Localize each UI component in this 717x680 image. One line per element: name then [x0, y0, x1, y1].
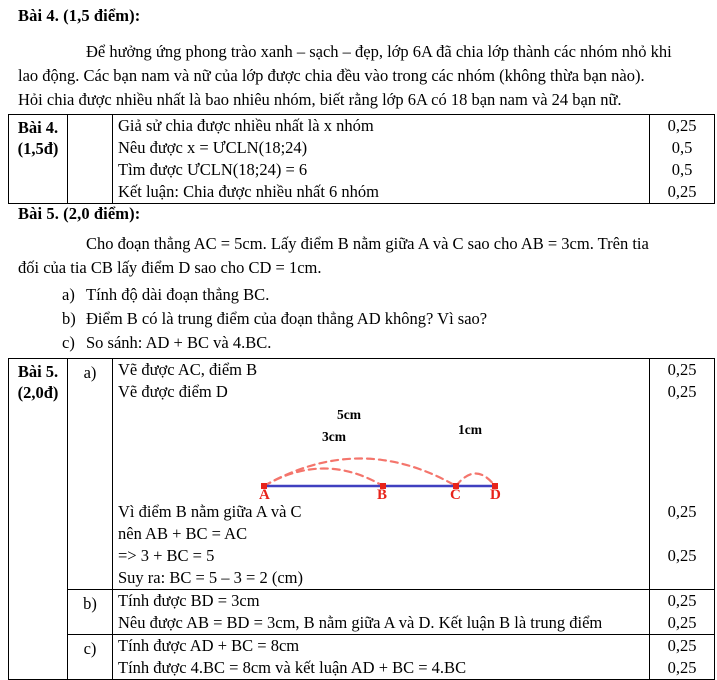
arc-label-1cm: 1cm [458, 422, 482, 437]
bai5-part-c-label: c) [83, 639, 97, 658]
bai5-question-c-text: So sánh: AD + BC và 4.BC. [86, 333, 272, 352]
bai5-question-a-label: a) [62, 285, 75, 304]
bai5-question-b-text: Điểm B có là trung điểm của đoạn thẳng A… [86, 309, 488, 328]
bai4-question-label-cell: Bài 4. (1,5đ) [8, 114, 68, 204]
bai5-question-b-label: b) [62, 309, 76, 328]
bai5-question-c-label: c) [62, 333, 75, 352]
bai5-points-value: 0,25 [667, 382, 697, 401]
bai5-part-b-cell: b) [67, 589, 113, 635]
bai4-solution-line: Nêu được x = ƯCLN(18;24) [118, 138, 308, 157]
bai5-question-a: a) Tính độ dài đoạn thẳng BC. [62, 285, 269, 305]
bai4-answer-table: Bài 4. (1,5đ) Giả sử chia được nhiều nhấ… [8, 114, 715, 204]
answer-key-page: Bài 4. (1,5 điểm): Để hưởng ứng phong tr… [0, 0, 717, 680]
bai5-solution-line: => 3 + BC = 5 [118, 546, 215, 565]
bai5-solution-line: Vẽ được AC, điểm B [118, 360, 258, 379]
bai5-solution-line: Suy ra: BC = 5 – 3 = 2 (cm) [118, 568, 303, 587]
table-row: c) Tính được AD + BC = 8cm Tính được 4.B… [9, 634, 715, 680]
bai5-paragraph-line-2: đối của tia CB lấy điểm D sao cho CD = 1… [18, 258, 322, 277]
bai5-label-line-2: (2,0đ) [17, 383, 59, 402]
bai4-points-value: 0,25 [667, 116, 697, 135]
arc-1cm [454, 472, 497, 488]
point-label-B: B [377, 487, 388, 503]
bai5-solution-line: Vẽ được điểm D [118, 382, 228, 401]
bai5-solution-line: Tính được BD = 3cm [118, 591, 260, 610]
bai5-paragraph-line-1: Cho đoạn thẳng AC = 5cm. Lấy điểm B nằm … [86, 234, 649, 253]
bai5-points-value: 0,25 [667, 636, 697, 655]
bai5-part-a-cell: a) [67, 358, 113, 590]
bai5-part-c-solution-cell: Tính được AD + BC = 8cm Tính được 4.BC =… [112, 634, 650, 680]
bai4-points-value: 0,5 [671, 138, 693, 157]
bai5-solution-line: Vì điểm B nằm giữa A và C [118, 502, 302, 521]
bai4-label-line-2: (1,5đ) [17, 139, 59, 158]
bai5-part-b-points-cell: 0,25 0,25 [649, 589, 715, 635]
bai5-points-value: 0,25 [667, 591, 697, 610]
bai5-label-line-1: Bài 5. [17, 362, 59, 381]
bai5-part-c-points-cell: 0,25 0,25 [649, 634, 715, 680]
bai4-paragraph-line-2: lao động. Các bạn nam và nữ của lớp được… [18, 66, 645, 85]
table-row: Bài 4. (1,5đ) Giả sử chia được nhiều nhấ… [8, 114, 715, 204]
bai5-solution-line: Tính được AD + BC = 8cm [118, 636, 300, 655]
bai4-paragraph-line-1: Để hưởng ứng phong trào xanh – sạch – đẹ… [86, 42, 672, 61]
bai5-points-value: 0,25 [667, 658, 697, 677]
bai5-solution-line: Tính được 4.BC = 8cm và kết luận AD + BC… [118, 658, 467, 677]
table-row: b) Tính được BD = 3cm Nêu được AB = BD =… [9, 589, 715, 635]
bai5-points-value: 0,25 [667, 613, 697, 632]
table-row: Bài 5. (2,0đ) a) Vẽ được AC, điểm B Vẽ đ… [8, 358, 715, 680]
bai4-heading: Bài 4. (1,5 điểm): [18, 6, 141, 25]
bai5-heading: Bài 5. (2,0 điểm): [18, 204, 141, 223]
points-spacer [650, 403, 714, 501]
point-label-A: A [259, 487, 270, 503]
bai4-solution-cell: Giả sử chia được nhiều nhất là x nhóm Nê… [112, 114, 650, 204]
bai4-points-value: 0,25 [667, 182, 697, 201]
bai5-points-value: 0,25 [667, 502, 697, 521]
bai4-part-label [68, 115, 112, 118]
bai5-part-b-solution-cell: Tính được BD = 3cm Nêu được AB = BD = 3c… [112, 589, 650, 635]
bai5-part-a-points-cell: 0,25 0,25 0,25 0,25 [649, 358, 715, 590]
bai4-label-line-1: Bài 4. [17, 118, 59, 137]
segment-diagram: 5cm 3cm 1cm A B C D [113, 403, 649, 503]
bai5-question-label-cell: Bài 5. (2,0đ) [8, 358, 68, 680]
arc-label-3cm: 3cm [322, 429, 346, 444]
bai4-points-value: 0,5 [671, 160, 693, 179]
bai5-part-c-cell: c) [67, 634, 113, 680]
bai5-answer-table: Bài 5. (2,0đ) a) Vẽ được AC, điểm B Vẽ đ… [8, 358, 715, 680]
point-label-D: D [490, 487, 501, 503]
segment-diagram-svg [261, 457, 498, 489]
bai5-solution-line: Nêu được AB = BD = 3cm, B nằm giữa A và … [118, 613, 603, 632]
arc-3cm [262, 467, 385, 488]
bai5-part-a-label: a) [83, 363, 97, 382]
bai5-points-value: 0,25 [667, 360, 697, 379]
bai5-part-b-label: b) [83, 594, 97, 613]
point-label-C: C [450, 487, 461, 503]
bai5-solution-line: nên AB + BC = AC [118, 524, 248, 543]
bai4-part-cell [67, 114, 113, 204]
bai4-solution-line: Giả sử chia được nhiều nhất là x nhóm [118, 116, 374, 135]
arc-5cm [262, 457, 458, 488]
arc-label-5cm: 5cm [337, 407, 361, 422]
bai4-points-cell: 0,25 0,5 0,5 0,25 [649, 114, 715, 204]
bai4-paragraph-line-3: Hỏi chia được nhiều nhất là bao nhiêu nh… [18, 90, 622, 109]
bai5-part-a-solution-cell: Vẽ được AC, điểm B Vẽ được điểm D 5cm 3c… [112, 358, 650, 590]
bai5-points-value: 0,25 [667, 546, 697, 565]
bai4-solution-line: Kết luận: Chia được nhiều nhất 6 nhóm [118, 182, 379, 201]
bai5-question-b: b) Điểm B có là trung điểm của đoạn thẳng… [62, 309, 487, 329]
bai5-question-c: c) So sánh: AD + BC và 4.BC. [62, 333, 271, 353]
bai5-question-a-text: Tính độ dài đoạn thẳng BC. [86, 285, 270, 304]
points-spacer [650, 523, 714, 545]
bai4-solution-line: Tìm được ƯCLN(18;24) = 6 [118, 160, 308, 179]
